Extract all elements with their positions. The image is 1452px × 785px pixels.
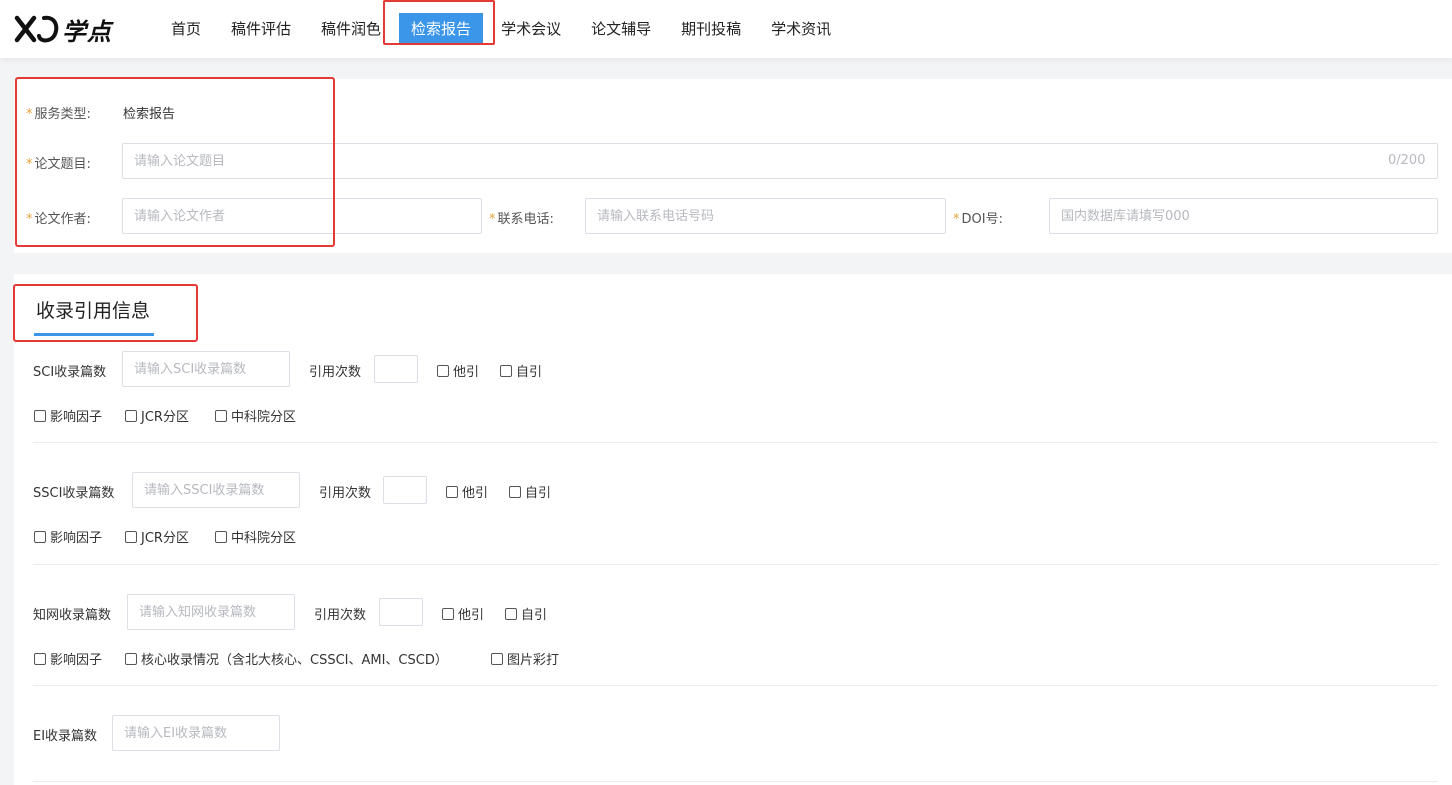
- doi-input[interactable]: [1049, 198, 1438, 234]
- main-nav: 首页 稿件评估 稿件润色 检索报告 学术会议 论文辅导 期刊投稿 学术资讯: [156, 13, 846, 45]
- nav-item-academic-news[interactable]: 学术资讯: [756, 13, 846, 45]
- cnki-impact-factor-checkbox[interactable]: 影响因子: [34, 649, 102, 668]
- sci-cas-checkbox[interactable]: 中科院分区: [215, 406, 296, 425]
- title-char-counter: 0/200: [1388, 153, 1426, 168]
- nav-item-manuscript-polishing[interactable]: 稿件润色: [306, 13, 396, 45]
- checkbox-icon: [437, 364, 449, 377]
- checkbox-icon: [446, 485, 458, 498]
- author-label: * 论文作者:: [26, 212, 91, 227]
- checkbox-icon: [125, 652, 137, 665]
- service-type-label: * 服务类型:: [26, 107, 91, 122]
- ssci-cas-checkbox[interactable]: 中科院分区: [215, 527, 296, 546]
- cnki-self-cite-checkbox[interactable]: 自引: [505, 604, 547, 623]
- ssci-other-cite-checkbox[interactable]: 他引: [446, 482, 488, 501]
- nav-item-manuscript-evaluation[interactable]: 稿件评估: [216, 13, 306, 45]
- nav-item-search-report[interactable]: 检索报告: [399, 13, 484, 45]
- required-mark: *: [26, 107, 33, 122]
- required-mark: *: [26, 212, 33, 227]
- divider: [33, 781, 1438, 782]
- ei-count-label: EI收录篇数: [33, 729, 98, 744]
- sci-count-label: SCI收录篇数: [33, 365, 107, 380]
- ssci-cite-label: 引用次数: [319, 486, 372, 501]
- divider: [33, 685, 1438, 686]
- sci-other-cite-checkbox[interactable]: 他引: [437, 361, 479, 380]
- sci-count-input[interactable]: [122, 351, 290, 387]
- sci-self-cite-checkbox[interactable]: 自引: [500, 361, 542, 380]
- ssci-impact-factor-checkbox[interactable]: 影响因子: [34, 527, 102, 546]
- cnki-cite-input[interactable]: [379, 598, 423, 626]
- cnki-cite-label: 引用次数: [314, 608, 367, 623]
- sci-cite-label: 引用次数: [309, 365, 362, 380]
- checkbox-icon: [215, 409, 227, 422]
- checkbox-icon: [215, 530, 227, 543]
- ssci-count-input[interactable]: [132, 472, 300, 508]
- divider: [33, 442, 1438, 443]
- sci-jcr-checkbox[interactable]: JCR分区: [125, 406, 189, 425]
- checkbox-icon: [505, 607, 517, 620]
- required-mark: *: [489, 212, 496, 227]
- checkbox-icon: [491, 652, 503, 665]
- service-type-value: 检索报告: [123, 107, 176, 122]
- cnki-count-label: 知网收录篇数: [33, 608, 112, 623]
- sci-impact-factor-checkbox[interactable]: 影响因子: [34, 406, 102, 425]
- checkbox-icon: [500, 364, 512, 377]
- divider: [33, 564, 1438, 565]
- nav-item-thesis-tutoring[interactable]: 论文辅导: [576, 13, 666, 45]
- top-header: 学点 首页 稿件评估 稿件润色 检索报告 学术会议 论文辅导 期刊投稿 学术资讯: [0, 0, 1452, 58]
- nav-item-home[interactable]: 首页: [156, 13, 216, 45]
- doi-label: * DOI号:: [953, 212, 1003, 227]
- phone-input[interactable]: [585, 198, 946, 234]
- title-input[interactable]: [122, 143, 1438, 179]
- checkbox-icon: [125, 530, 137, 543]
- checkbox-icon: [442, 607, 454, 620]
- site-logo[interactable]: 学点: [14, 12, 112, 46]
- checkbox-icon: [34, 530, 46, 543]
- section-title: 收录引用信息: [36, 300, 151, 322]
- checkbox-icon: [509, 485, 521, 498]
- ssci-cite-input[interactable]: [383, 476, 427, 504]
- logo-mark-icon: [14, 15, 59, 43]
- cnki-color-print-checkbox[interactable]: 图片彩打: [491, 649, 559, 668]
- cnki-count-input[interactable]: [127, 594, 295, 630]
- author-input[interactable]: [122, 198, 482, 234]
- ssci-count-label: SSCI收录篇数: [33, 486, 115, 501]
- title-label: * 论文题目:: [26, 157, 91, 172]
- required-mark: *: [26, 157, 33, 172]
- checkbox-icon: [34, 652, 46, 665]
- checkbox-icon: [125, 409, 137, 422]
- cnki-core-index-checkbox[interactable]: 核心收录情况（含北大核心、CSSCI、AMI、CSCD）: [125, 649, 448, 668]
- phone-label: * 联系电话:: [489, 212, 554, 227]
- sci-cite-input[interactable]: [374, 355, 418, 383]
- cnki-other-cite-checkbox[interactable]: 他引: [442, 604, 484, 623]
- required-mark: *: [953, 212, 960, 227]
- logo-text: 学点: [62, 16, 112, 46]
- checkbox-icon: [34, 409, 46, 422]
- nav-item-academic-conference[interactable]: 学术会议: [486, 13, 576, 45]
- ssci-self-cite-checkbox[interactable]: 自引: [509, 482, 551, 501]
- nav-item-journal-submission[interactable]: 期刊投稿: [666, 13, 756, 45]
- ei-count-input[interactable]: [112, 715, 280, 751]
- section-title-underline: [34, 333, 154, 336]
- ssci-jcr-checkbox[interactable]: JCR分区: [125, 527, 189, 546]
